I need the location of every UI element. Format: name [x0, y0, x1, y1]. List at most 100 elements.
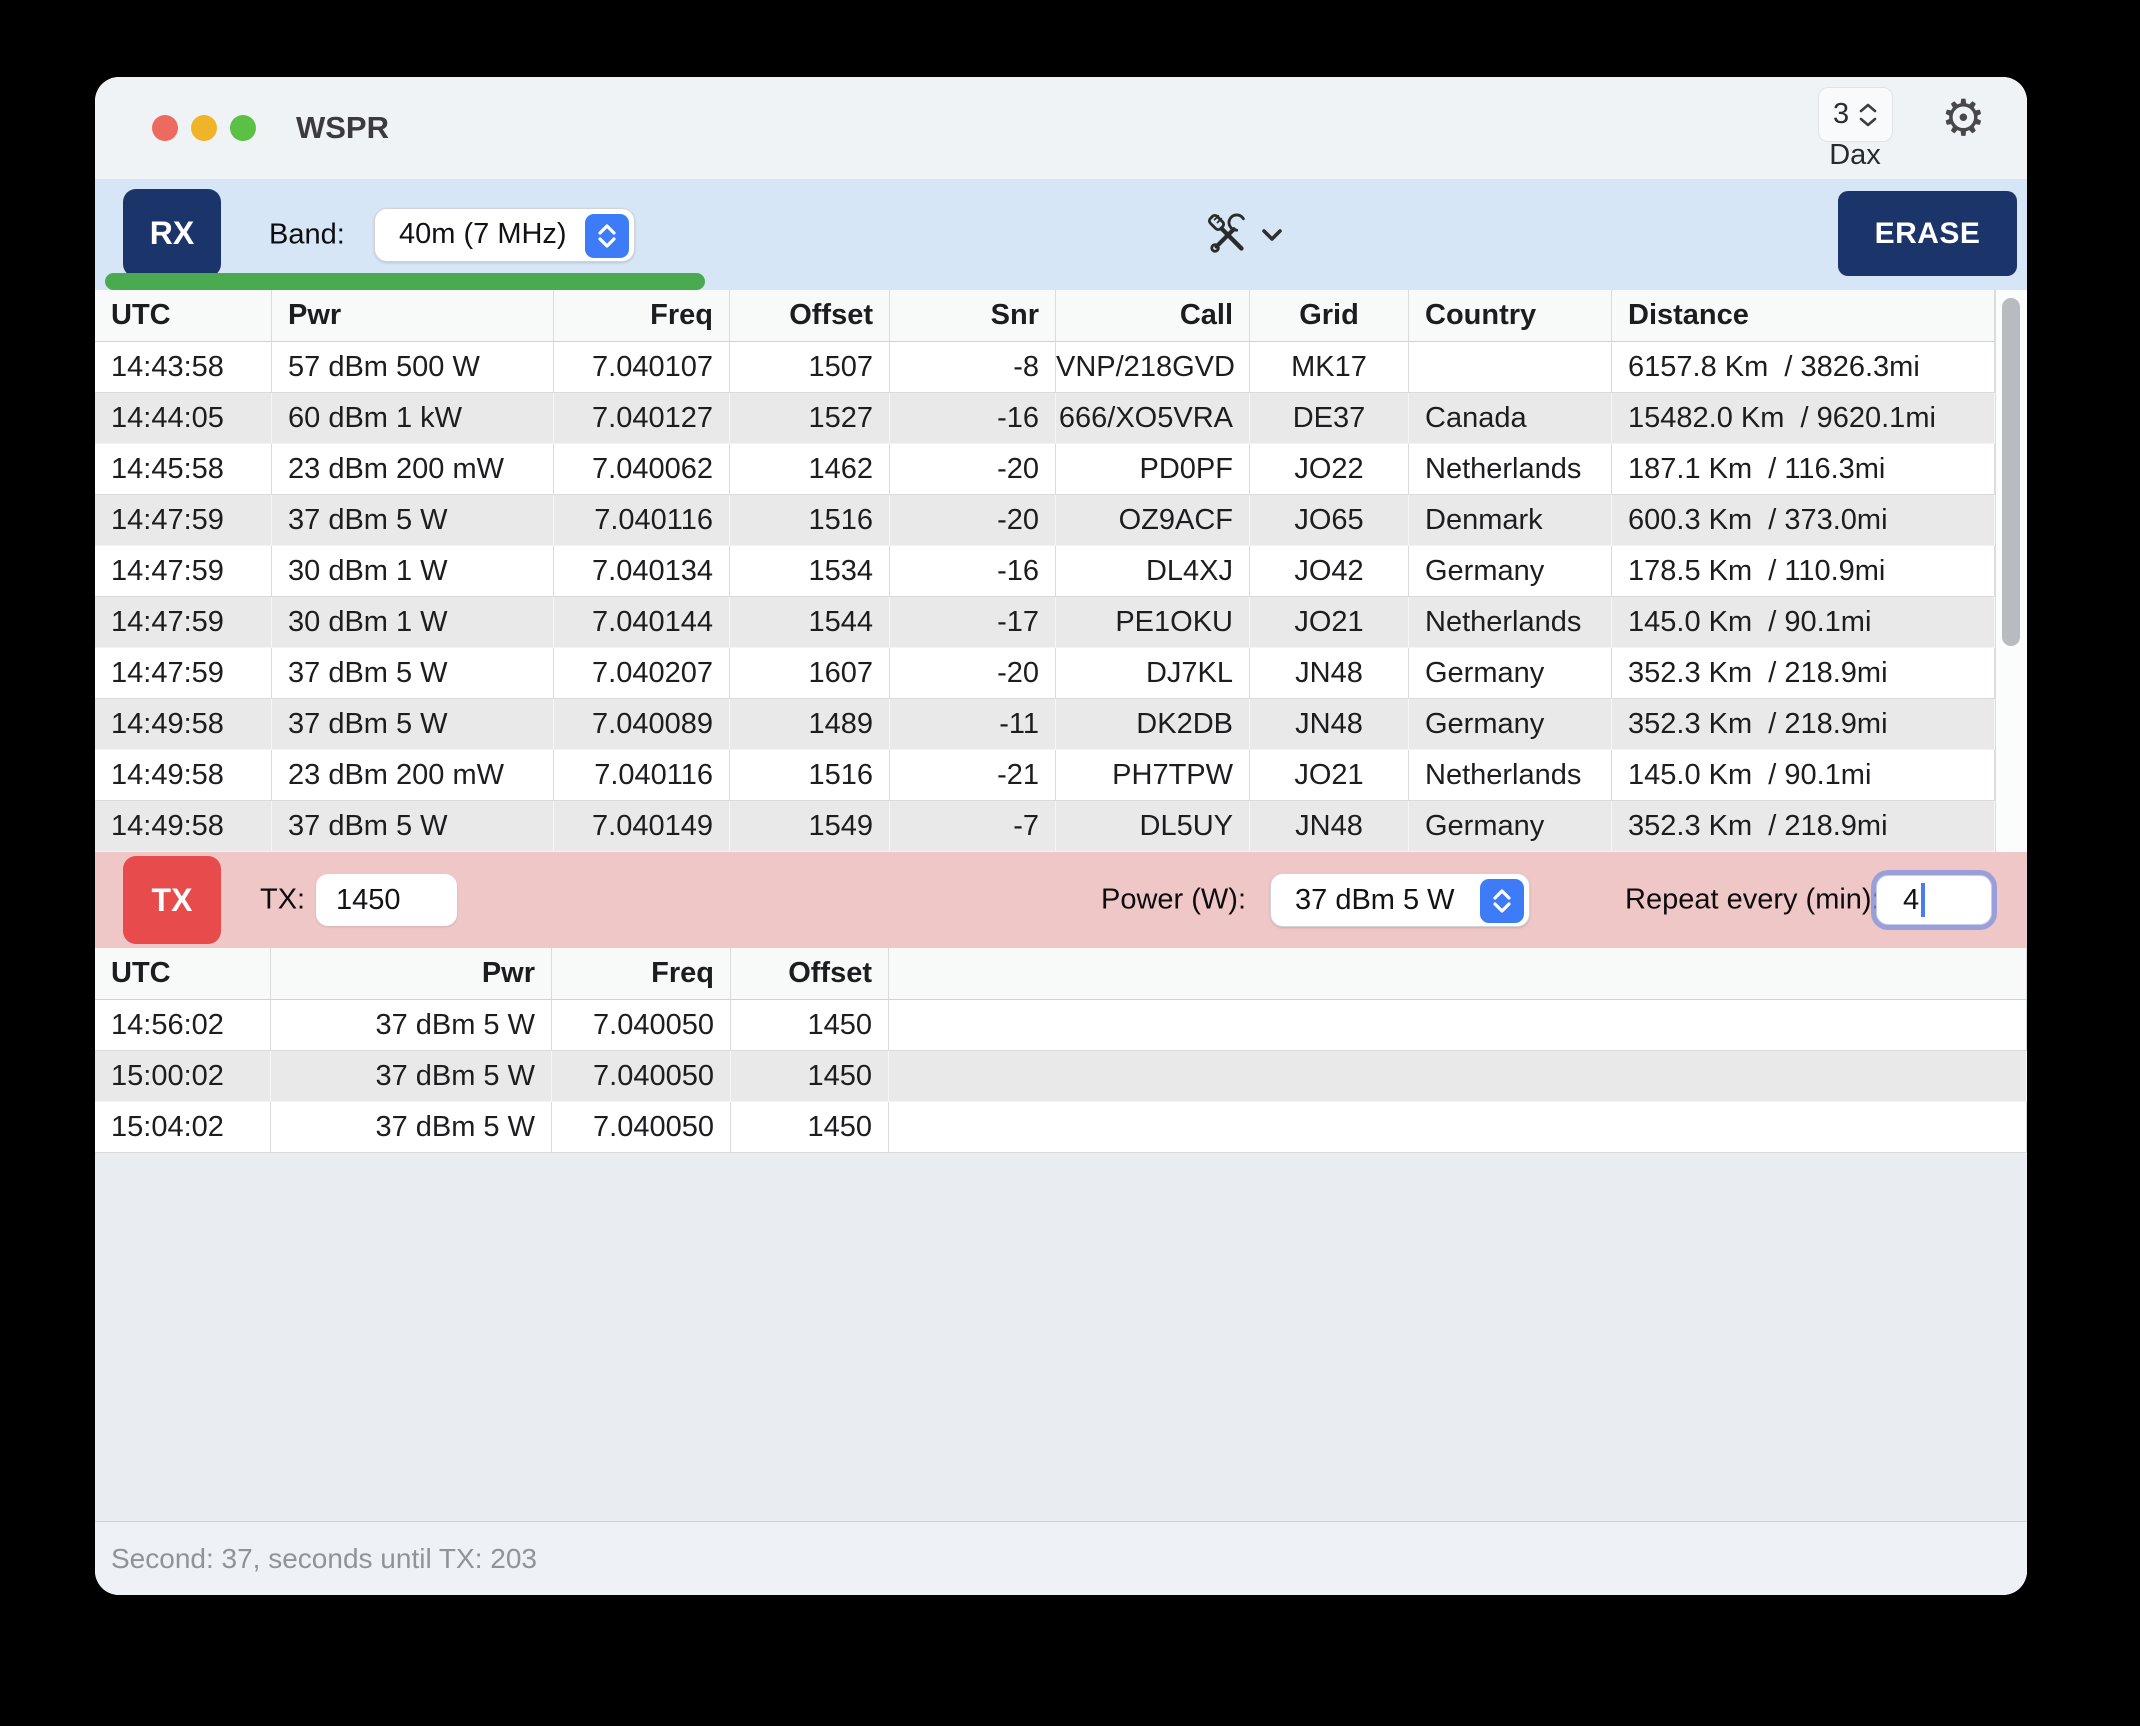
table-row[interactable]: 14:45:5823 dBm 200 mW7.0400621462-20PD0P… — [95, 444, 1995, 495]
close-icon[interactable] — [152, 115, 178, 141]
table-cell: 14:49:58 — [95, 750, 272, 801]
table-cell: 14:44:05 — [95, 393, 272, 444]
table-row[interactable]: 14:49:5823 dBm 200 mW7.0401161516-21PH7T… — [95, 750, 1995, 801]
band-select-value: 40m (7 MHz) — [399, 218, 567, 251]
rx-table-body: 14:43:5857 dBm 500 W7.0401071507-8VNP/21… — [95, 342, 1995, 852]
table-cell: VNP/218GVD — [1056, 342, 1250, 393]
table-cell: PD0PF — [1056, 444, 1250, 495]
table-cell: 15482.0 Km / 9620.1mi — [1612, 393, 1995, 444]
table-cell: 1450 — [731, 1000, 889, 1051]
table-cell: 7.040116 — [554, 495, 730, 546]
table-cell: Denmark — [1409, 495, 1612, 546]
up-down-chevrons-icon — [1859, 103, 1877, 127]
table-cell: 1544 — [730, 597, 890, 648]
column-header: Offset — [730, 290, 890, 342]
gear-icon[interactable]: ⚙ — [1941, 93, 1986, 143]
power-select[interactable]: 37 dBm 5 W — [1270, 873, 1530, 927]
table-cell: 37 dBm 5 W — [272, 648, 554, 699]
tx-button[interactable]: TX — [123, 856, 221, 944]
table-row[interactable]: 14:47:5930 dBm 1 W7.0401341534-16DL4XJJO… — [95, 546, 1995, 597]
table-cell: 7.040089 — [554, 699, 730, 750]
table-cell: 6157.8 Km / 3826.3mi — [1612, 342, 1995, 393]
table-cell: 15:00:02 — [95, 1051, 271, 1102]
table-cell: -16 — [890, 393, 1056, 444]
table-cell: -11 — [890, 699, 1056, 750]
table-row[interactable]: 15:04:0237 dBm 5 W7.0400501450 — [95, 1102, 2027, 1153]
table-cell: JO21 — [1250, 597, 1409, 648]
table-row[interactable]: 15:00:0237 dBm 5 W7.0400501450 — [95, 1051, 2027, 1102]
table-cell: DJ7KL — [1056, 648, 1250, 699]
tx-table-body: 14:56:0237 dBm 5 W7.040050145015:00:0237… — [95, 1000, 2027, 1153]
tx-table: UTC Pwr Freq Offset 14:56:0237 dBm 5 W7.… — [95, 948, 2027, 1153]
erase-button[interactable]: ERASE — [1838, 191, 2017, 276]
table-cell: 30 dBm 1 W — [272, 597, 554, 648]
table-cell: 352.3 Km / 218.9mi — [1612, 699, 1995, 750]
table-cell: 7.040134 — [554, 546, 730, 597]
table-row[interactable]: 14:44:0560 dBm 1 kW7.0401271527-16666/XO… — [95, 393, 1995, 444]
table-row[interactable]: 14:47:5937 dBm 5 W7.0402071607-20DJ7KLJN… — [95, 648, 1995, 699]
table-row[interactable]: 14:43:5857 dBm 500 W7.0401071507-8VNP/21… — [95, 342, 1995, 393]
table-cell: 23 dBm 200 mW — [272, 444, 554, 495]
tools-menu-button[interactable] — [1205, 212, 1283, 258]
dax-stepper-value: 3 — [1833, 98, 1849, 131]
table-cell: Germany — [1409, 699, 1612, 750]
table-row[interactable]: 14:56:0237 dBm 5 W7.0400501450 — [95, 1000, 2027, 1051]
column-header: Pwr — [271, 948, 552, 1000]
table-cell: -20 — [890, 495, 1056, 546]
table-cell: 7.040050 — [552, 1000, 731, 1051]
table-cell: -20 — [890, 444, 1056, 495]
dax-stepper[interactable]: 3 — [1818, 87, 1893, 142]
table-cell: 14:47:59 — [95, 546, 272, 597]
tx-offset-value: 1450 — [336, 884, 401, 917]
table-row[interactable]: 14:47:5937 dBm 5 W7.0401161516-20OZ9ACFJ… — [95, 495, 1995, 546]
wspr-window: WSPR 3 Dax ⚙ RX Band: 40m (7 MHz) — [95, 77, 2027, 1595]
repeat-input[interactable]: 4 — [1876, 875, 1992, 925]
table-cell: 145.0 Km / 90.1mi — [1612, 597, 1995, 648]
table-cell: 7.040144 — [554, 597, 730, 648]
table-cell: 1607 — [730, 648, 890, 699]
table-cell: PH7TPW — [1056, 750, 1250, 801]
table-cell: JN48 — [1250, 801, 1409, 852]
status-text: Second: 37, seconds until TX: 203 — [111, 1543, 537, 1575]
column-header: Call — [1056, 290, 1250, 342]
band-select[interactable]: 40m (7 MHz) — [374, 208, 635, 262]
table-row[interactable]: 14:49:5837 dBm 5 W7.0400891489-11DK2DBJN… — [95, 699, 1995, 750]
table-cell: 60 dBm 1 kW — [272, 393, 554, 444]
table-cell: 1534 — [730, 546, 890, 597]
tx-offset-input[interactable]: 1450 — [316, 874, 457, 926]
table-cell: 1549 — [730, 801, 890, 852]
rx-button[interactable]: RX — [123, 189, 221, 277]
table-row[interactable]: 14:47:5930 dBm 1 W7.0401441544-17PE1OKUJ… — [95, 597, 1995, 648]
table-cell: 187.1 Km / 116.3mi — [1612, 444, 1995, 495]
table-row[interactable]: 14:49:5837 dBm 5 W7.0401491549-7DL5UYJN4… — [95, 801, 1995, 852]
table-cell: -7 — [890, 801, 1056, 852]
tools-icon — [1205, 212, 1251, 258]
scrollbar-track[interactable] — [1995, 290, 2027, 852]
table-cell: 14:56:02 — [95, 1000, 271, 1051]
table-cell: 14:49:58 — [95, 801, 272, 852]
table-cell: Canada — [1409, 393, 1612, 444]
table-cell: 1516 — [730, 495, 890, 546]
table-cell: DL5UY — [1056, 801, 1250, 852]
scrollbar-thumb[interactable] — [2002, 298, 2020, 646]
table-cell — [889, 1051, 2027, 1102]
rx-table-header-row: UTC Pwr Freq Offset Snr Call Grid Countr… — [95, 290, 1995, 342]
zoom-icon[interactable] — [230, 115, 256, 141]
table-cell: 7.040149 — [554, 801, 730, 852]
minimize-icon[interactable] — [191, 115, 217, 141]
power-label: Power (W): — [1101, 884, 1246, 917]
titlebar: WSPR 3 Dax ⚙ — [95, 77, 2027, 179]
table-cell: 37 dBm 5 W — [271, 1051, 552, 1102]
table-cell: JN48 — [1250, 648, 1409, 699]
table-cell: Netherlands — [1409, 750, 1612, 801]
column-header: UTC — [95, 290, 272, 342]
table-cell: -21 — [890, 750, 1056, 801]
table-cell: 14:47:59 — [95, 648, 272, 699]
column-header: Offset — [731, 948, 889, 1000]
tx-offset-label: TX: — [260, 884, 305, 917]
table-cell: 14:45:58 — [95, 444, 272, 495]
table-cell: Germany — [1409, 546, 1612, 597]
table-cell: 37 dBm 5 W — [271, 1102, 552, 1153]
tx-toolbar: TX TX: 1450 Power (W): 37 dBm 5 W Repeat… — [95, 852, 2027, 948]
table-cell: 352.3 Km / 218.9mi — [1612, 801, 1995, 852]
